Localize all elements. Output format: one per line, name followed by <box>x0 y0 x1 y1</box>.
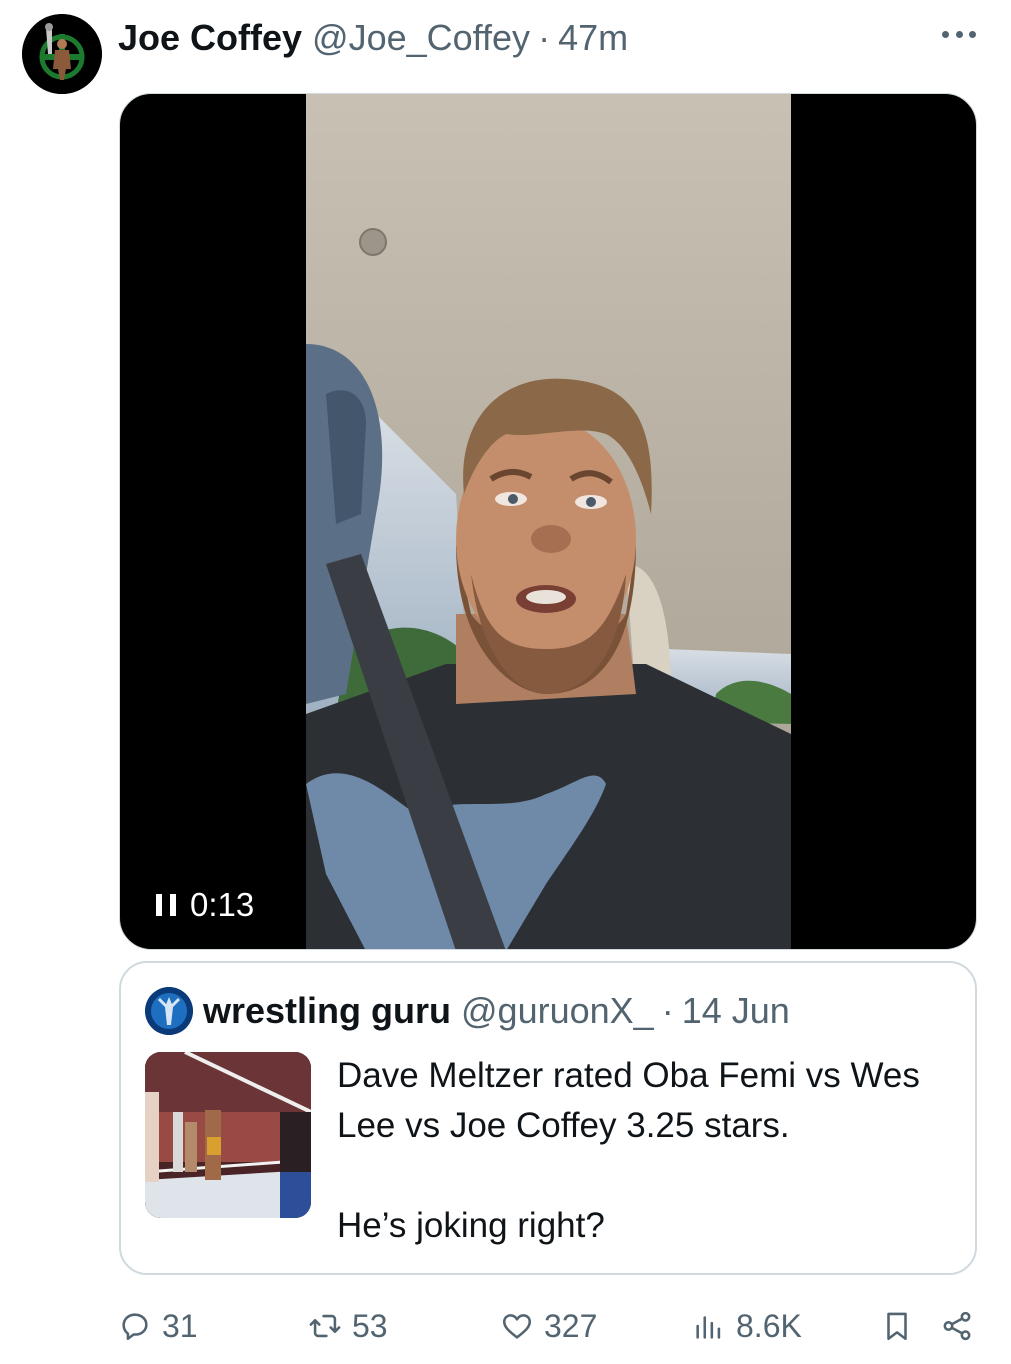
quote-author-handle[interactable]: @guruonX_ <box>461 990 654 1032</box>
quote-header: wrestling guru @guruonX_ · 14 Jun <box>203 989 790 1033</box>
quote-text-line: He’s joking right? <box>337 1206 605 1245</box>
tweet-timestamp[interactable]: 47m <box>558 17 628 59</box>
bookmark-button[interactable] <box>880 1304 914 1348</box>
quote-separator: · <box>661 990 674 1031</box>
video-elapsed: 0:13 <box>190 886 255 923</box>
more-icon[interactable] <box>942 22 976 46</box>
reply-icon <box>122 1313 148 1341</box>
quote-author-avatar[interactable] <box>145 987 193 1035</box>
quote-date[interactable]: 14 Jun <box>682 990 790 1032</box>
header-separator: · <box>538 17 551 58</box>
reply-button[interactable]: 31 <box>118 1304 198 1348</box>
quoted-tweet[interactable]: wrestling guru @guruonX_ · 14 Jun Dave M… <box>119 961 977 1275</box>
quote-text: Dave Meltzer rated Oba Femi vs Wes Lee v… <box>337 1051 947 1251</box>
bookmark-icon <box>887 1312 907 1341</box>
views-icon <box>696 1316 721 1339</box>
heart-icon <box>502 1314 532 1339</box>
share-button[interactable] <box>940 1304 974 1348</box>
views-count: 8.6K <box>736 1307 802 1344</box>
video-player[interactable]: 0:13 <box>119 93 977 950</box>
video-frame <box>306 94 791 949</box>
video-controls: 0:13 <box>156 886 254 924</box>
action-bar: 31 53 327 8.6K <box>0 1304 1011 1348</box>
pause-icon[interactable] <box>156 894 176 916</box>
share-icon <box>943 1311 971 1341</box>
views-button[interactable]: 8.6K <box>692 1304 802 1348</box>
like-count: 327 <box>544 1307 598 1344</box>
repost-button[interactable]: 53 <box>308 1304 388 1348</box>
quote-author-name[interactable]: wrestling guru <box>203 990 451 1032</box>
author-name[interactable]: Joe Coffey <box>118 17 302 59</box>
repost-icon <box>309 1314 341 1338</box>
author-handle[interactable]: @Joe_Coffey <box>312 17 530 59</box>
quote-text-line: Dave Meltzer rated Oba Femi vs Wes Lee v… <box>337 1056 920 1145</box>
quote-media-thumbnail[interactable] <box>145 1052 311 1218</box>
like-button[interactable]: 327 <box>500 1304 597 1348</box>
repost-count: 53 <box>352 1307 388 1344</box>
tweet-header: Joe Coffey @Joe_Coffey · 47m <box>118 16 628 60</box>
author-avatar[interactable] <box>22 14 102 94</box>
reply-count: 31 <box>162 1307 198 1344</box>
